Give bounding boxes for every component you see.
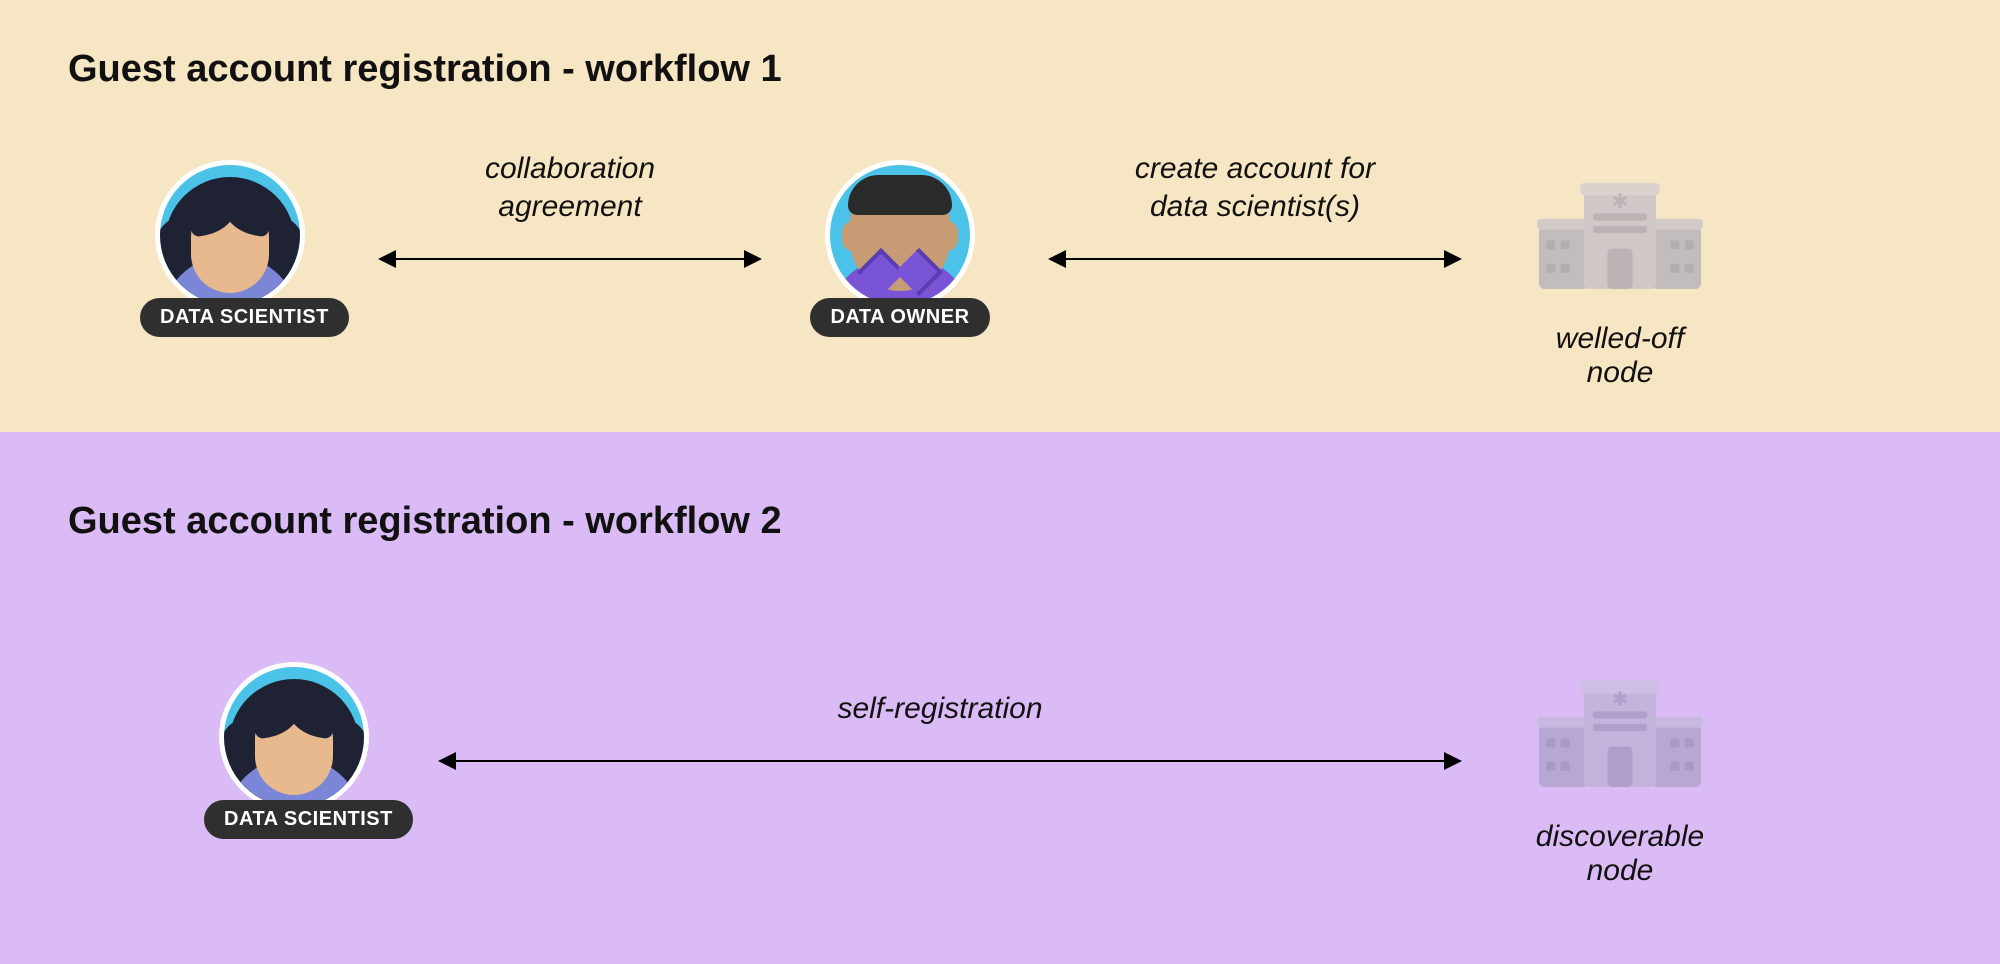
data-owner-avatar: DATA OWNER (810, 160, 990, 337)
node-label: welled-off node (1520, 322, 1720, 390)
data-scientist-badge: DATA SCIENTIST (140, 298, 349, 337)
building-icon: ✱ (1530, 658, 1710, 808)
arrow-1-label: collaboration agreement (400, 150, 740, 225)
bidirectional-arrow-icon (1050, 258, 1460, 260)
svg-text:✱: ✱ (1612, 689, 1629, 711)
workflow-2-title: Guest account registration - workflow 2 (68, 500, 782, 543)
data-scientist-badge: DATA SCIENTIST (204, 800, 413, 839)
data-scientist-avatar: DATA SCIENTIST (140, 160, 320, 337)
data-owner-badge: DATA OWNER (810, 298, 989, 337)
person-icon (219, 662, 369, 812)
person-icon (825, 160, 975, 310)
workflow-2-panel: Guest account registration - workflow 2 … (0, 432, 2000, 964)
bidirectional-arrow-icon (380, 258, 760, 260)
node-label: discoverable node (1520, 820, 1720, 888)
person-icon (155, 160, 305, 310)
bidirectional-arrow-icon (440, 760, 1460, 762)
walled-off-node: ✱ welled-off node (1520, 160, 1720, 390)
arrow-label: self-registration (740, 690, 1140, 728)
workflow-1-title: Guest account registration - workflow 1 (68, 48, 782, 91)
svg-text:✱: ✱ (1612, 191, 1629, 213)
workflow-1-panel: Guest account registration - workflow 1 … (0, 0, 2000, 432)
arrow-2-label: create account for data scientist(s) (1060, 150, 1450, 225)
discoverable-node: ✱ discoverable node (1520, 658, 1720, 888)
data-scientist-avatar: DATA SCIENTIST (204, 662, 384, 839)
building-icon: ✱ (1530, 160, 1710, 310)
